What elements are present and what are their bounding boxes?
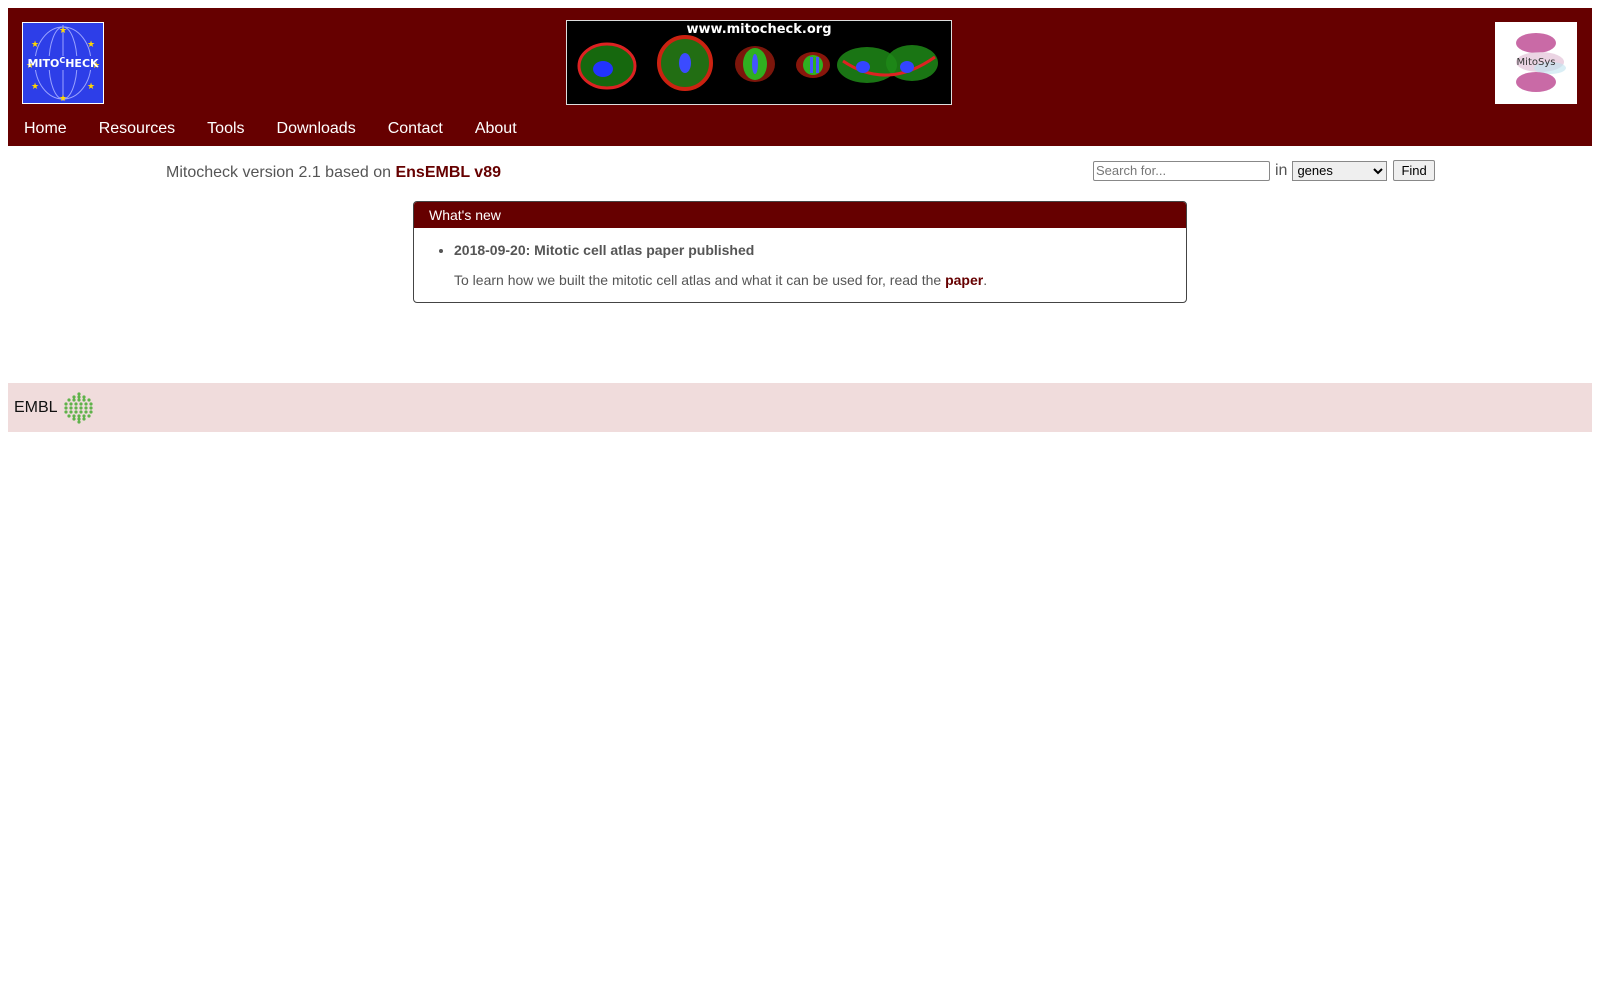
search-scope-select[interactable]: genes xyxy=(1292,160,1388,181)
svg-text:★: ★ xyxy=(87,81,95,91)
nav-item-resources[interactable]: Resources xyxy=(83,116,191,140)
svg-text:★: ★ xyxy=(87,39,95,49)
news-list: 2018-09-20: Mitotic cell atlas paper pub… xyxy=(414,242,1186,288)
news-item-body: To learn how we built the mitotic cell a… xyxy=(454,272,1186,288)
search-in-label: in xyxy=(1275,161,1288,179)
news-item-title: 2018-09-20: Mitotic cell atlas paper pub… xyxy=(454,242,755,258)
nav-item-downloads[interactable]: Downloads xyxy=(261,116,372,140)
page: ★ ★ ★ ★ ★ ★ ★ ★ MITOCHECK www.mitocheck.… xyxy=(0,0,1600,1000)
svg-text:★: ★ xyxy=(31,81,39,91)
site-header: ★ ★ ★ ★ ★ ★ ★ ★ MITOCHECK www.mitocheck.… xyxy=(8,8,1592,146)
ensembl-version-link[interactable]: EnsEMBL v89 xyxy=(395,164,501,181)
main-nav: Home Resources Tools Downloads Contact A… xyxy=(8,116,533,140)
cell-images-banner[interactable]: www.mitocheck.org xyxy=(566,20,952,105)
search-input[interactable] xyxy=(1093,160,1270,181)
whats-new-panel: What's new 2018-09-20: Mitotic cell atla… xyxy=(413,201,1187,303)
site-footer: EMBL xyxy=(8,383,1592,432)
svg-text:★: ★ xyxy=(31,39,39,49)
embl-logo-icon[interactable] xyxy=(63,391,95,425)
paper-link[interactable]: paper xyxy=(945,272,983,288)
mitosys-logo-text: MitoSys xyxy=(1516,57,1556,68)
embl-label[interactable]: EMBL xyxy=(14,399,58,417)
news-item-suffix: . xyxy=(983,272,988,288)
news-item-text: To learn how we built the mitotic cell a… xyxy=(454,272,942,288)
nav-item-about[interactable]: About xyxy=(459,116,533,140)
svg-text:★: ★ xyxy=(59,25,67,35)
whats-new-heading: What's new xyxy=(414,202,1186,228)
news-item: 2018-09-20: Mitotic cell atlas paper pub… xyxy=(454,242,1186,288)
mitosys-logo-icon[interactable]: MitoSys xyxy=(1495,22,1577,104)
mitocheck-logo-icon[interactable]: ★ ★ ★ ★ ★ ★ ★ ★ MITOCHECK xyxy=(22,22,104,104)
version-text: Mitocheck version 2.1 based on xyxy=(166,164,392,181)
find-button[interactable]: Find xyxy=(1393,160,1435,181)
nav-item-contact[interactable]: Contact xyxy=(372,116,459,140)
svg-text:★: ★ xyxy=(59,93,67,103)
version-info: Mitocheck version 2.1 based on EnsEMBL v… xyxy=(166,164,501,182)
nav-item-home[interactable]: Home xyxy=(8,116,83,140)
nav-item-tools[interactable]: Tools xyxy=(191,116,260,140)
cell-images xyxy=(577,35,938,91)
search-form: in genes Find xyxy=(1093,160,1435,181)
